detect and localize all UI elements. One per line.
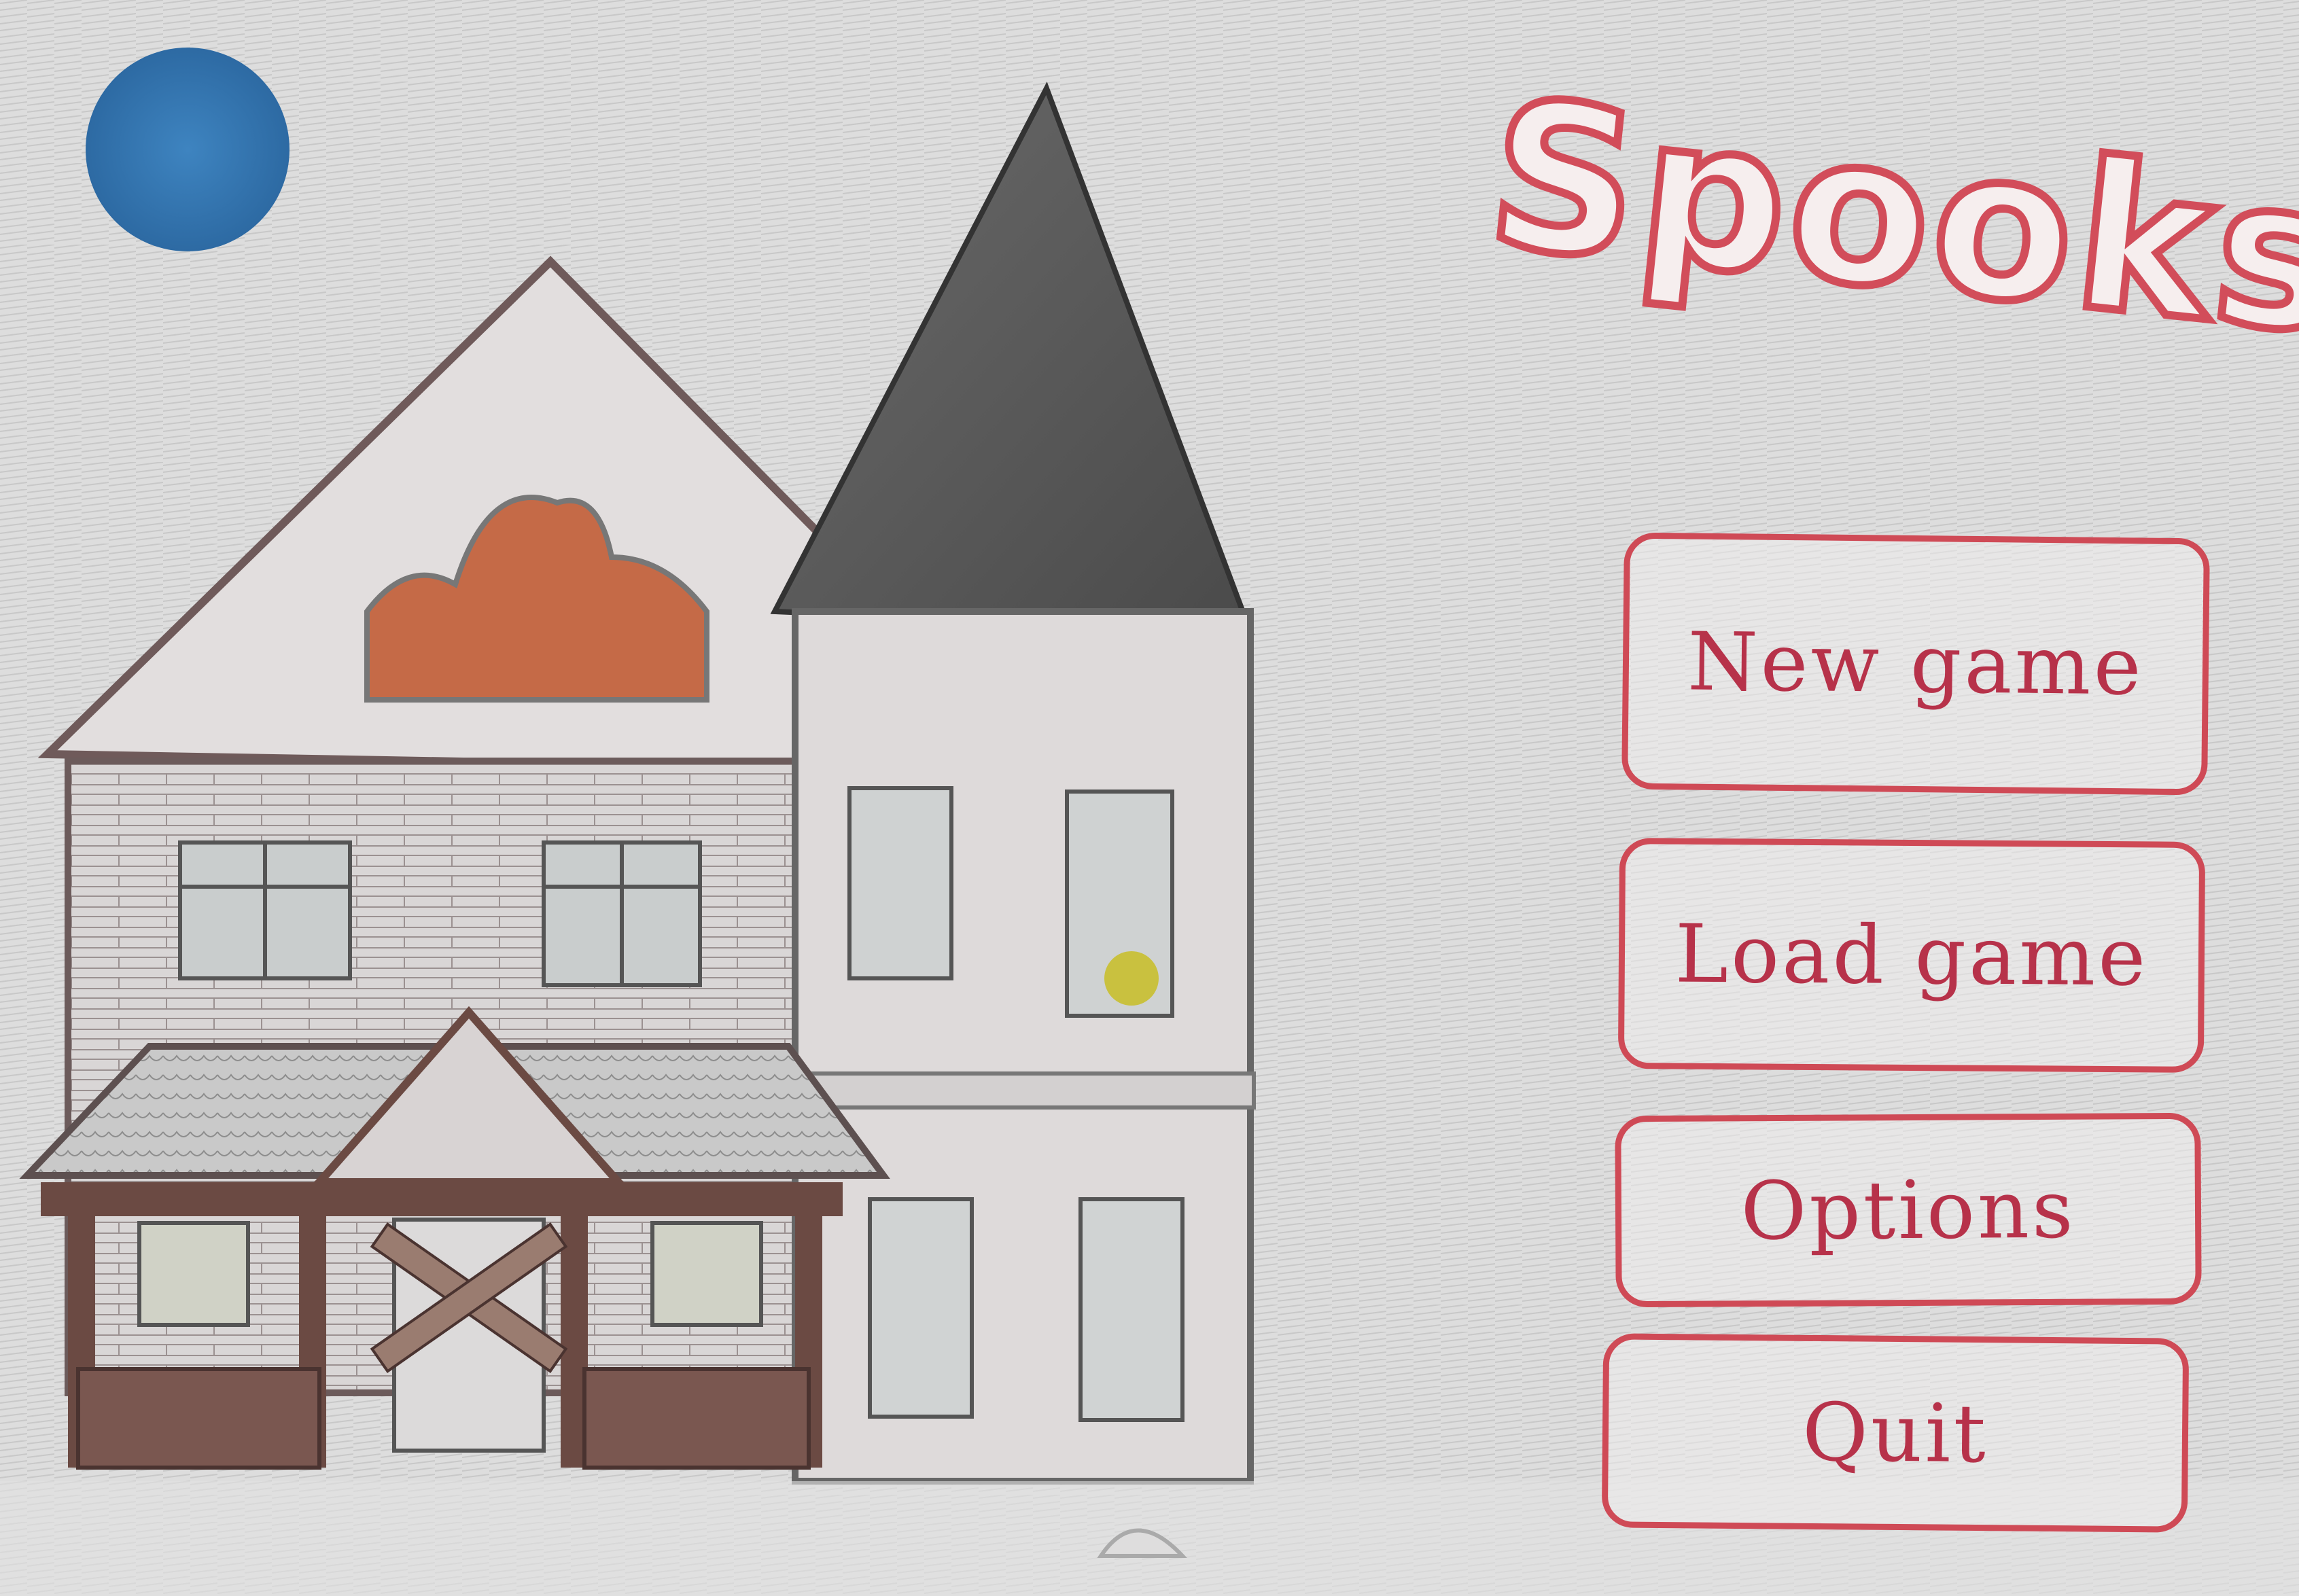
moon-icon: [86, 48, 289, 251]
options-label: Options: [1740, 1162, 2076, 1258]
game-title: Spooks: [1475, 41, 2299, 394]
quit-button[interactable]: Quit: [1601, 1333, 2190, 1533]
title-text: Spooks: [1475, 51, 2299, 384]
quit-label: Quit: [1802, 1385, 1989, 1481]
new-game-button[interactable]: New game: [1621, 532, 2210, 796]
new-game-label: New game: [1687, 614, 2145, 713]
options-button[interactable]: Options: [1615, 1112, 2202, 1308]
load-game-label: Load game: [1674, 906, 2149, 1004]
main-menu-screen: Spooks New game Load game Options Quit: [0, 0, 2299, 1596]
load-game-button[interactable]: Load game: [1617, 837, 2206, 1074]
